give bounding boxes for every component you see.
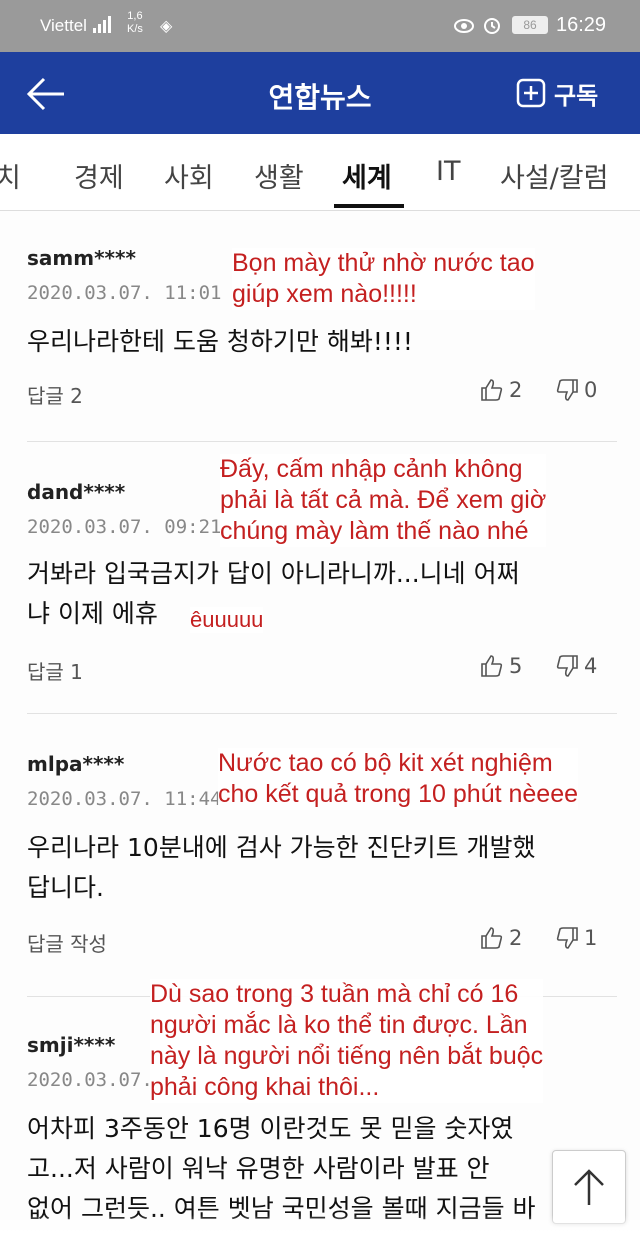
arrow-up-icon [574,1169,604,1205]
comment-username[interactable]: mlpa**** [27,752,124,776]
dislike-count: 0 [584,378,598,402]
active-tab-indicator [334,204,404,208]
translation-annotation: Dù sao trong 3 tuần mà chỉ có 16 người m… [150,979,544,1103]
comment-username[interactable]: dand**** [27,480,125,504]
eye-icon [454,19,474,33]
like-button[interactable]: 2 [480,378,522,402]
scroll-top-button[interactable] [552,1150,626,1224]
comment-username[interactable]: samm**** [27,246,136,270]
tab-world[interactable]: 세계 [342,156,392,195]
comment-text: 거봐라 입국금지가 답이 아니라니까...니네 어쩌 냐 이제 에휴 [27,559,520,628]
like-button[interactable]: 2 [480,926,522,950]
tab-it[interactable]: IT [436,156,460,187]
divider [27,713,617,714]
tab-economy[interactable]: 경제 [74,156,124,195]
like-count: 5 [509,654,523,678]
dislike-count: 1 [584,926,598,950]
status-bar: Viettel 1,6 K/s ◈ 86 16:29 [0,0,640,52]
clock: 16:29 [556,14,607,36]
comment-date: 2020.03.07. 11:01 [27,282,222,304]
battery-indicator: 86 [512,16,548,34]
network-speed-unit: K/s [127,23,143,35]
reply-button[interactable]: 답글 1 [27,656,83,685]
app-bar: 연합뉴스 구독 [0,52,640,134]
comment-text: 어차피 3주동안 16명 이란것도 못 믿을 숫자였 고...저 사람이 워낙 … [27,1114,536,1223]
translation-annotation: Bọn mày thử nhờ nước tao giúp xem nào!!!… [232,248,535,310]
comment-text: 우리나라한테 도움 청하기만 해봐!!!! [27,327,413,356]
thumbs-down-icon [556,379,578,401]
comment-date: 2020.03.07. [27,1069,153,1091]
thumbs-down-icon [556,927,578,949]
tab-society[interactable]: 사회 [164,156,214,195]
thumbs-up-icon [481,379,503,401]
network-speed-value: 1,6 [127,10,143,22]
write-reply-button[interactable]: 답글 작성 [27,928,107,957]
signal-icon [93,16,111,33]
dislike-button[interactable]: 1 [555,926,597,950]
network-speed: 1,6 K/s [127,10,143,36]
translation-annotation-extra: êuuuuu [190,607,264,633]
dislike-button[interactable]: 0 [555,378,597,402]
tab-living[interactable]: 생활 [254,156,304,195]
dislike-count: 4 [584,654,598,678]
plus-square-icon [516,78,546,108]
comment-text: 우리나라 10분내에 검사 가능한 진단키트 개발했 답니다. [27,833,536,902]
like-count: 2 [509,378,523,402]
dislike-button[interactable]: 4 [555,654,597,678]
translation-annotation: Đấy, cấm nhập cảnh không phải là tất cả … [220,454,547,547]
translation-annotation: Nước tao có bộ kit xét nghiệm cho kết qu… [218,748,579,810]
thumbs-down-icon [556,655,578,677]
layers-icon: ◈ [160,18,173,35]
alarm-icon [484,18,500,34]
thumbs-up-icon [481,655,503,677]
divider [27,441,617,442]
comment-date: 2020.03.07. 11:44 [27,788,222,810]
like-button[interactable]: 5 [480,654,522,678]
thumbs-up-icon [481,927,503,949]
like-count: 2 [509,926,523,950]
carrier-label: Viettel [40,16,87,35]
category-tabs: 치 경제 사회 생활 세계 IT 사설/칼럼 [0,134,640,211]
bottom-fade [0,1215,640,1234]
reply-button[interactable]: 답글 2 [27,380,83,409]
subscribe-button[interactable]: 구독 [516,74,598,112]
comment-date: 2020.03.07. 09:21 [27,516,222,538]
subscribe-label: 구독 [554,81,599,110]
tab-editorial[interactable]: 사설/칼럼 [500,156,608,195]
comment-username[interactable]: smji**** [27,1033,115,1057]
tab-politics[interactable]: 치 [0,156,21,195]
